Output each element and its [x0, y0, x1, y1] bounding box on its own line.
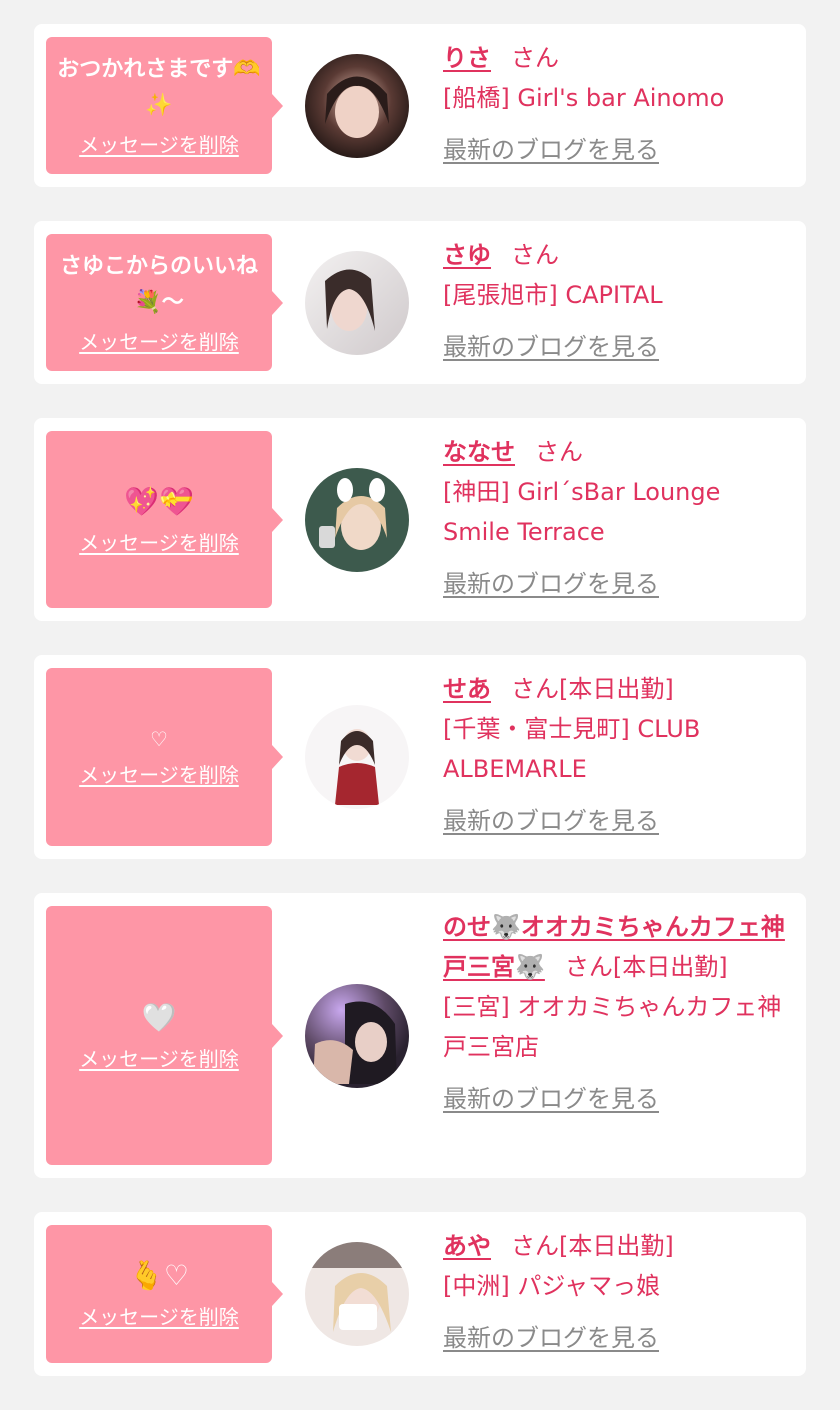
message-text: 🫰♡ [129, 1259, 189, 1292]
sender-name-link[interactable]: さゆ [443, 241, 491, 269]
shop-name: [三宮] オオカミちゃんカフェ神戸三宮店 [443, 993, 782, 1061]
avatar[interactable] [305, 1242, 409, 1346]
message-card: 💖💝 メッセージを削除 ななせ さん [神田] Girl´sBar Lounge … [34, 418, 806, 621]
sender-info: のせ🐺オオカミちゃんカフェ神戸三宮🐺 さん[本日出勤] [三宮] オオカミちゃんカ… [443, 907, 790, 1119]
message-bubble: おつかれさまです🫶✨ メッセージを削除 [46, 37, 283, 174]
delete-message-link[interactable]: メッセージを削除 [79, 1302, 239, 1332]
latest-blog-link[interactable]: 最新のブログを見る [443, 1318, 659, 1358]
shop-name: [船橋] Girl's bar Ainomo [443, 84, 725, 112]
sender-info: さゆ さん [尾張旭市] CAPITAL 最新のブログを見る [443, 235, 790, 367]
message-text: 🤍 [141, 1000, 177, 1034]
sender-info: あや さん[本日出勤] [中洲] パジャマっ娘 最新のブログを見る [443, 1226, 790, 1358]
honorific: さん [511, 241, 559, 269]
message-bubble: ♡ メッセージを削除 [46, 668, 283, 846]
avatar[interactable] [305, 467, 409, 572]
honorific: さん[本日出勤] [564, 953, 728, 981]
avatar[interactable] [305, 983, 409, 1088]
avatar-photo-sayu [305, 250, 409, 355]
honorific: さん[本日出勤] [511, 1232, 674, 1260]
delete-message-link[interactable]: メッセージを削除 [79, 327, 239, 357]
avatar-photo-aya [305, 1242, 409, 1346]
message-card: 🤍 メッセージを削除 のせ🐺オオカミちゃんカフェ神戸三宮🐺 さん[本日出勤] [三… [34, 893, 806, 1178]
honorific: さん [535, 438, 583, 466]
message-bubble: 🤍 メッセージを削除 [46, 906, 283, 1165]
honorific: さん[本日出勤] [511, 675, 674, 703]
shop-name: [神田] Girl´sBar Lounge Smile Terrace [443, 478, 721, 546]
delete-message-link[interactable]: メッセージを削除 [79, 1044, 239, 1074]
message-text: 💖💝 [124, 484, 194, 518]
latest-blog-link[interactable]: 最新のブログを見る [443, 130, 659, 170]
latest-blog-link[interactable]: 最新のブログを見る [443, 801, 659, 841]
delete-message-link[interactable]: メッセージを削除 [79, 528, 239, 558]
sender-info: せあ さん[本日出勤] [千葉・富士見町] CLUB ALBEMARLE 最新のブ… [443, 669, 790, 841]
sender-info: りさ さん [船橋] Girl's bar Ainomo 最新のブログを見る [443, 38, 790, 170]
message-bubble: 🫰♡ メッセージを削除 [46, 1225, 283, 1363]
latest-blog-link[interactable]: 最新のブログを見る [443, 327, 659, 367]
avatar[interactable] [305, 250, 409, 355]
delete-message-link[interactable]: メッセージを削除 [79, 130, 239, 160]
message-card: さゆこからのいいね💐〜 メッセージを削除 さゆ さん [尾張旭市] CAPITAL… [34, 221, 806, 384]
sender-name-link[interactable]: あや [443, 1232, 491, 1260]
message-list: おつかれさまです🫶✨ メッセージを削除 りさ さん [船橋] Girl's bar… [34, 24, 806, 1410]
message-text: おつかれさまです🫶✨ [57, 56, 261, 118]
latest-blog-link[interactable]: 最新のブログを見る [443, 1079, 659, 1119]
sender-name-link[interactable]: りさ [443, 44, 491, 72]
honorific: さん [511, 44, 559, 72]
latest-blog-link[interactable]: 最新のブログを見る [443, 564, 659, 604]
shop-name: [千葉・富士見町] CLUB ALBEMARLE [443, 715, 701, 783]
sender-name-link[interactable]: ななせ [443, 438, 515, 466]
sender-name-link[interactable]: せあ [443, 675, 491, 703]
message-text: さゆこからのいいね💐〜 [59, 253, 258, 315]
avatar-photo-sea [305, 705, 409, 809]
avatar-photo-nose [305, 983, 409, 1088]
shop-name: [尾張旭市] CAPITAL [443, 281, 663, 309]
message-text: ♡ [150, 727, 168, 751]
message-card: ♡ メッセージを削除 せあ さん[本日出勤] [千葉・富士見町] CLUB ALB… [34, 655, 806, 859]
avatar[interactable] [305, 53, 409, 158]
avatar[interactable] [305, 705, 409, 809]
shop-name: [中洲] パジャマっ娘 [443, 1272, 661, 1300]
message-card: おつかれさまです🫶✨ メッセージを削除 りさ さん [船橋] Girl's bar… [34, 24, 806, 187]
delete-message-link[interactable]: メッセージを削除 [79, 760, 239, 790]
message-bubble: さゆこからのいいね💐〜 メッセージを削除 [46, 234, 283, 371]
message-bubble: 💖💝 メッセージを削除 [46, 431, 283, 608]
avatar-photo-nanase [305, 467, 409, 572]
message-card: 🫰♡ メッセージを削除 あや さん[本日出勤] [中洲] パジャマっ娘 最新のブロ… [34, 1212, 806, 1376]
avatar-photo-risa [305, 53, 409, 158]
sender-info: ななせ さん [神田] Girl´sBar Lounge Smile Terrac… [443, 432, 790, 604]
